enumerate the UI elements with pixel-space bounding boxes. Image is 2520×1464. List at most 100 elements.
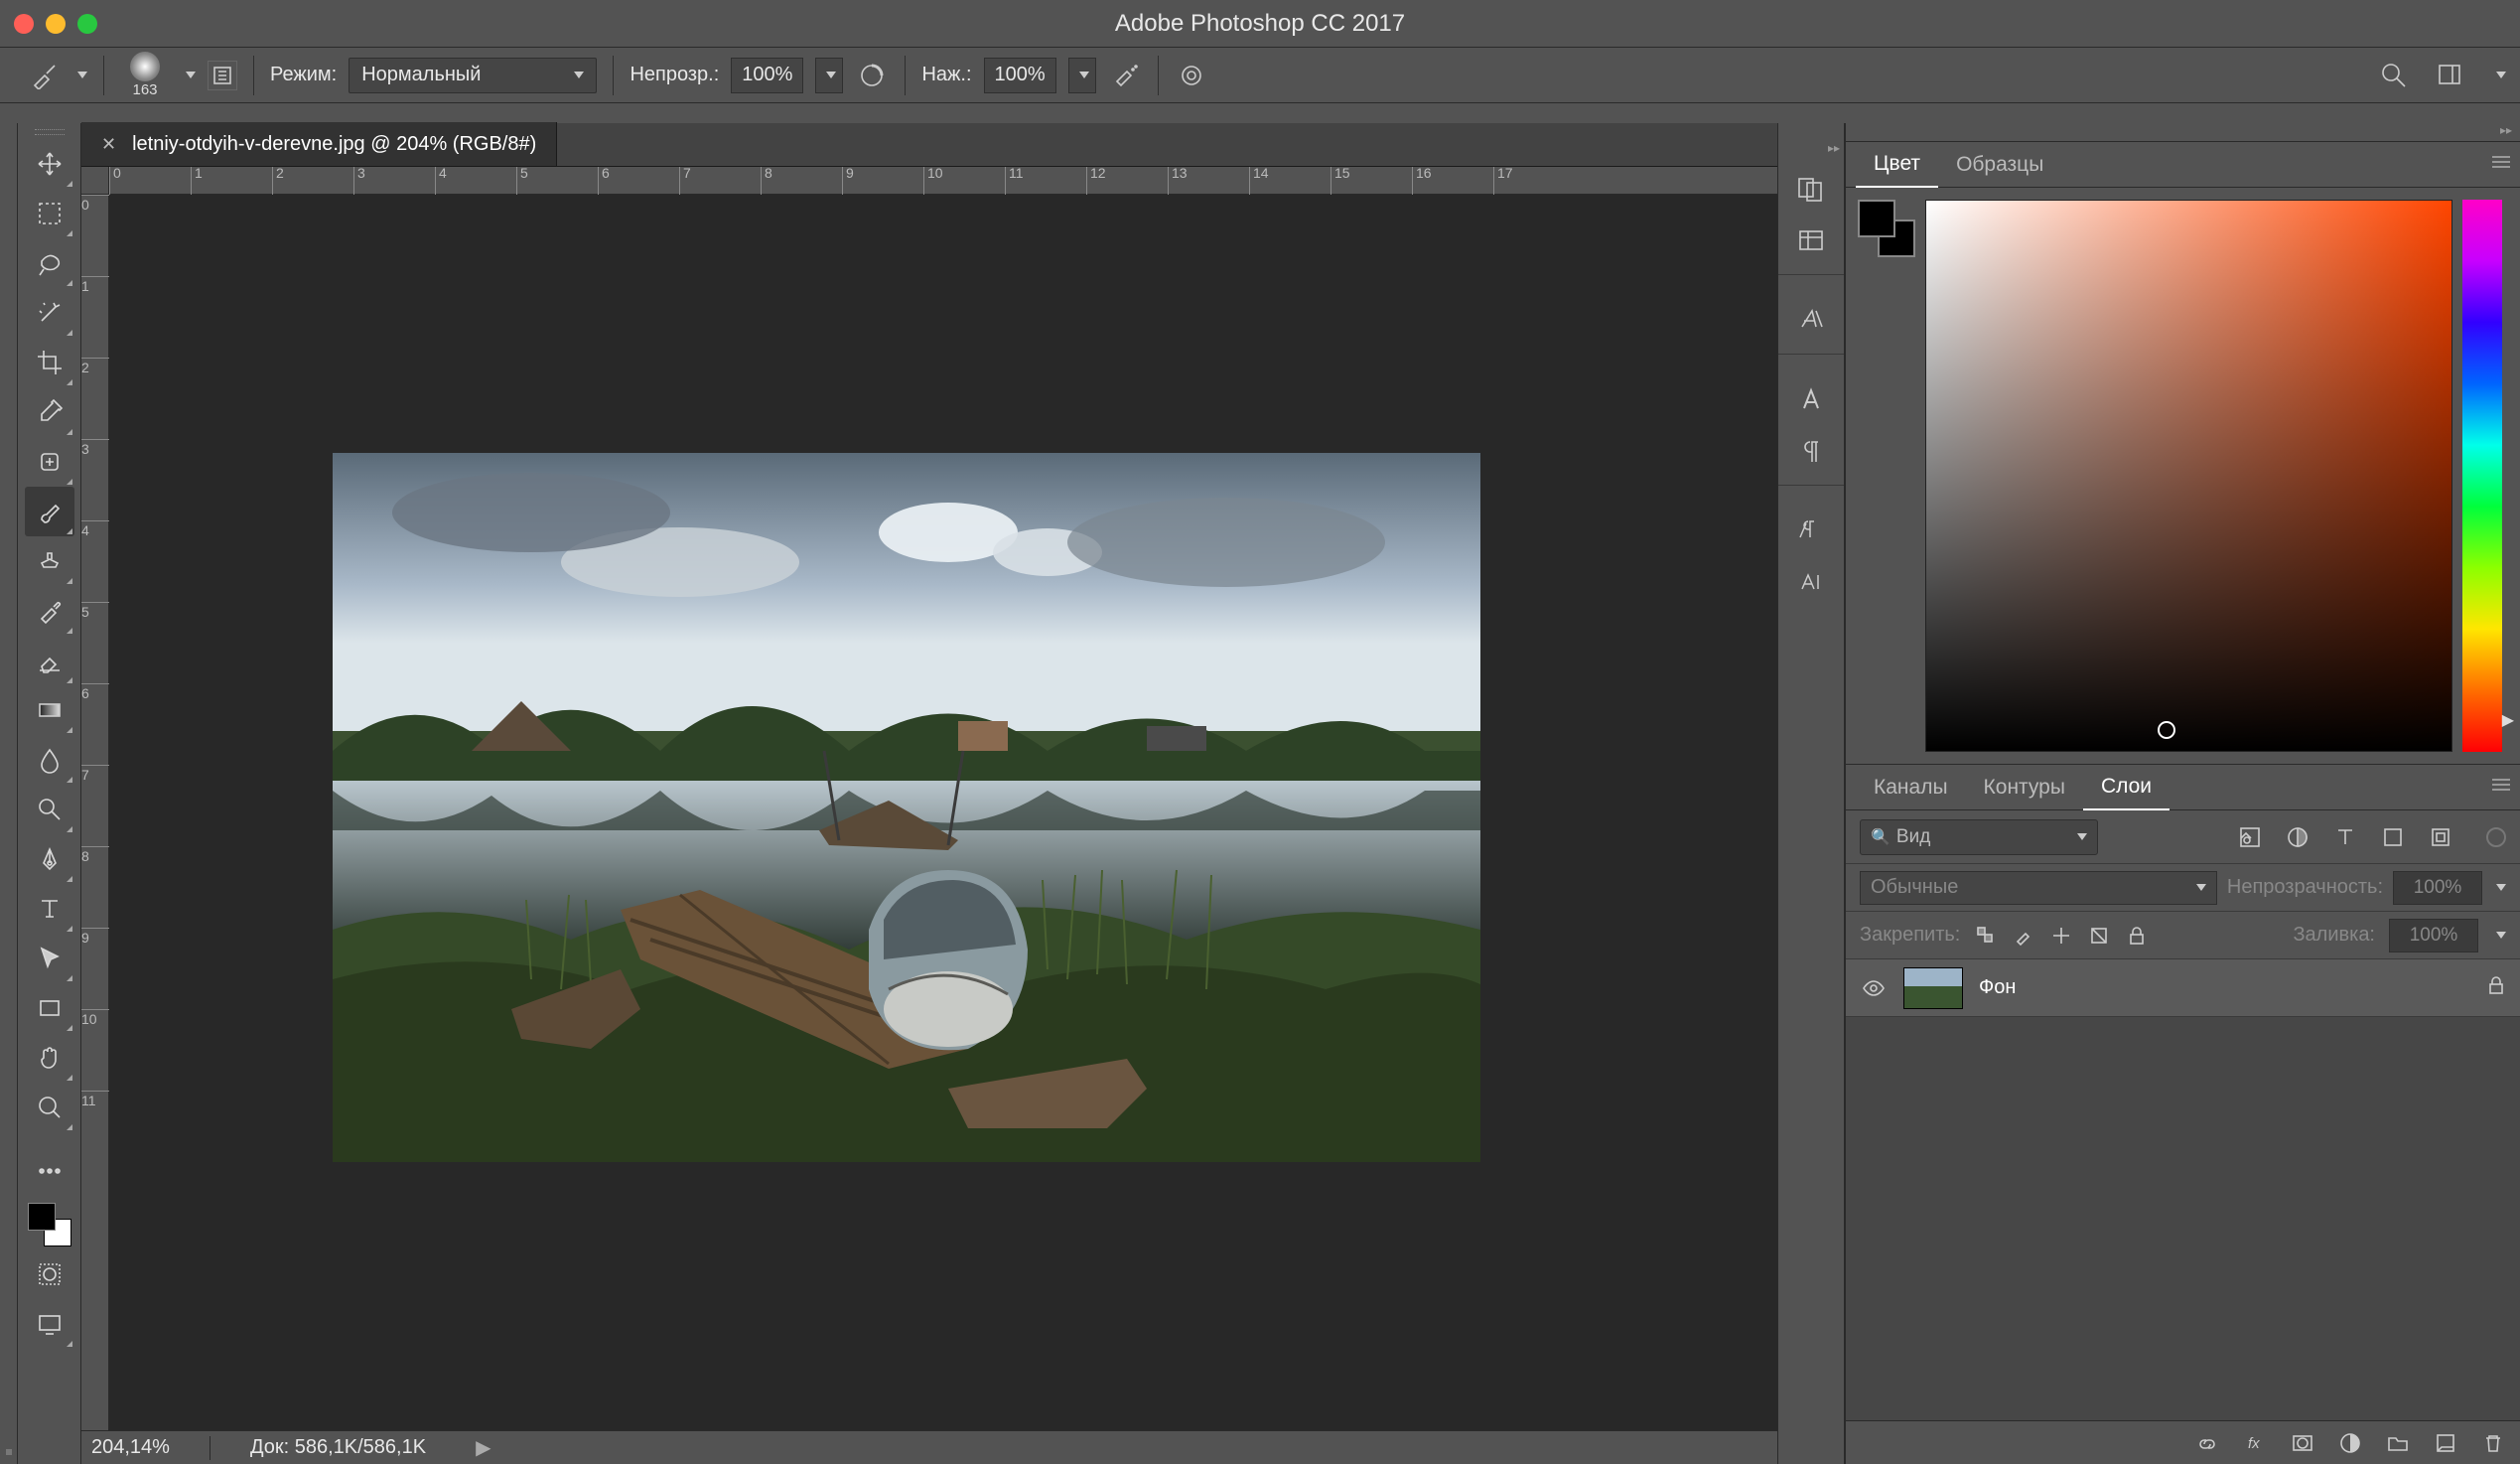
lock-all-icon[interactable] bbox=[2125, 924, 2149, 948]
opacity-input[interactable]: 100% bbox=[731, 58, 803, 93]
layer-mask-icon[interactable] bbox=[2290, 1430, 2315, 1456]
lock-pixels-icon[interactable] bbox=[2012, 924, 2035, 948]
crop-tool[interactable] bbox=[25, 338, 74, 387]
tab-channels[interactable]: Каналы bbox=[1856, 765, 1966, 810]
flow-dropdown[interactable] bbox=[1068, 58, 1096, 93]
filter-shape-icon[interactable] bbox=[2379, 823, 2407, 851]
pressure-opacity-icon[interactable] bbox=[855, 59, 889, 92]
edit-toolbar-button[interactable] bbox=[25, 1146, 74, 1196]
panel-menu-icon[interactable] bbox=[2492, 156, 2510, 168]
layer-kind-filter[interactable]: 🔍 Вид bbox=[1860, 819, 2098, 855]
search-icon[interactable] bbox=[2377, 59, 2411, 92]
zoom-tool[interactable] bbox=[25, 1083, 74, 1132]
expand-dock-icon[interactable]: ▸▸ bbox=[1828, 141, 1840, 155]
visibility-toggle-icon[interactable] bbox=[1860, 976, 1888, 1000]
libraries-panel-icon[interactable] bbox=[1787, 217, 1835, 264]
layer-blend-mode-select[interactable]: Обычные bbox=[1860, 871, 2217, 905]
tab-paths[interactable]: Контуры bbox=[1966, 765, 2083, 810]
eyedropper-tool[interactable] bbox=[25, 387, 74, 437]
delete-layer-icon[interactable] bbox=[2480, 1430, 2506, 1456]
close-tab-icon[interactable]: ✕ bbox=[101, 134, 116, 155]
hue-slider[interactable]: ▶ bbox=[2462, 200, 2502, 752]
panel-grip[interactable] bbox=[35, 129, 65, 135]
workspace-switcher[interactable] bbox=[2435, 59, 2468, 92]
lasso-tool[interactable] bbox=[25, 238, 74, 288]
foreground-color-swatch[interactable] bbox=[28, 1203, 56, 1231]
flow-input[interactable]: 100% bbox=[984, 58, 1056, 93]
document-tab[interactable]: ✕ letniy-otdyih-v-derevne.jpg @ 204% (RG… bbox=[81, 122, 557, 166]
chevron-down-icon[interactable] bbox=[186, 72, 196, 78]
layer-item[interactable]: Фон bbox=[1846, 959, 2520, 1017]
maximize-window-button[interactable] bbox=[77, 14, 97, 34]
link-layers-icon[interactable] bbox=[2194, 1430, 2220, 1456]
path-selection-tool[interactable] bbox=[25, 934, 74, 983]
new-group-icon[interactable] bbox=[2385, 1430, 2411, 1456]
filter-smartobject-icon[interactable] bbox=[2427, 823, 2454, 851]
color-swatches[interactable] bbox=[25, 1200, 74, 1249]
collapse-panels-icon[interactable]: ▸▸ bbox=[2500, 123, 2512, 141]
history-brush-tool[interactable] bbox=[25, 586, 74, 636]
brush-panel-toggle[interactable] bbox=[208, 61, 237, 90]
canvas[interactable] bbox=[109, 195, 1777, 1430]
layer-fill-input[interactable]: 100% bbox=[2389, 919, 2478, 952]
close-window-button[interactable] bbox=[14, 14, 34, 34]
quickmask-button[interactable] bbox=[25, 1249, 74, 1299]
lock-position-icon[interactable] bbox=[2049, 924, 2073, 948]
vertical-ruler[interactable]: 01234567891011 bbox=[81, 195, 109, 1430]
healing-brush-tool[interactable] bbox=[25, 437, 74, 487]
move-tool[interactable] bbox=[25, 139, 74, 189]
panel-menu-icon[interactable] bbox=[2492, 779, 2510, 791]
layer-list[interactable]: Фон bbox=[1846, 959, 2520, 1420]
magic-wand-tool[interactable] bbox=[25, 288, 74, 338]
lock-transparency-icon[interactable] bbox=[1974, 924, 1998, 948]
tab-layers[interactable]: Слои bbox=[2083, 765, 2170, 810]
lock-icon[interactable] bbox=[2486, 975, 2506, 1000]
filter-adjustment-icon[interactable] bbox=[2284, 823, 2311, 851]
eraser-tool[interactable] bbox=[25, 636, 74, 685]
blend-mode-select[interactable]: Нормальный bbox=[349, 58, 597, 93]
clone-stamp-tool[interactable] bbox=[25, 536, 74, 586]
layer-name[interactable]: Фон bbox=[1979, 976, 2016, 999]
tab-color[interactable]: Цвет bbox=[1856, 142, 1938, 188]
opacity-dropdown[interactable] bbox=[815, 58, 843, 93]
chevron-down-icon[interactable] bbox=[2496, 72, 2506, 78]
filter-pixel-icon[interactable] bbox=[2236, 823, 2264, 851]
zoom-level[interactable]: 204,14% bbox=[91, 1436, 170, 1459]
filter-toggle[interactable] bbox=[2486, 827, 2506, 847]
pressure-size-icon[interactable] bbox=[1175, 59, 1208, 92]
layer-thumbnail[interactable] bbox=[1903, 967, 1963, 1009]
layer-style-icon[interactable]: fx bbox=[2242, 1430, 2268, 1456]
filter-type-icon[interactable] bbox=[2331, 823, 2359, 851]
brush-preview[interactable]: 163 bbox=[120, 51, 170, 100]
color-field[interactable] bbox=[1925, 200, 2452, 752]
airbrush-icon[interactable] bbox=[1108, 59, 1142, 92]
rectangle-tool[interactable] bbox=[25, 983, 74, 1033]
minimize-window-button[interactable] bbox=[46, 14, 66, 34]
color-panel-swatches[interactable] bbox=[1858, 200, 1915, 257]
brush-tool[interactable] bbox=[25, 487, 74, 536]
tab-swatches[interactable]: Образцы bbox=[1938, 142, 2061, 188]
layer-opacity-input[interactable]: 100% bbox=[2393, 871, 2482, 905]
dodge-tool[interactable] bbox=[25, 785, 74, 834]
character-panel-icon[interactable] bbox=[1787, 375, 1835, 423]
hand-tool[interactable] bbox=[25, 1033, 74, 1083]
pen-tool[interactable] bbox=[25, 834, 74, 884]
new-layer-icon[interactable] bbox=[2433, 1430, 2458, 1456]
glyphs-panel-icon[interactable] bbox=[1787, 296, 1835, 344]
adjustment-layer-icon[interactable] bbox=[2337, 1430, 2363, 1456]
history-panel-icon[interactable] bbox=[1787, 165, 1835, 213]
paragraph-panel-icon[interactable] bbox=[1787, 427, 1835, 475]
left-dock-strip[interactable] bbox=[0, 123, 18, 1464]
chevron-down-icon[interactable] bbox=[77, 72, 87, 78]
gradient-tool[interactable] bbox=[25, 685, 74, 735]
lock-artboard-icon[interactable] bbox=[2087, 924, 2111, 948]
type-tool[interactable] bbox=[25, 884, 74, 934]
horizontal-ruler[interactable]: 01234567891011121314151617 bbox=[109, 167, 1777, 195]
marquee-tool[interactable] bbox=[25, 189, 74, 238]
blur-tool[interactable] bbox=[25, 735, 74, 785]
paragraph-styles-panel-icon[interactable] bbox=[1787, 558, 1835, 606]
screen-mode-button[interactable] bbox=[25, 1299, 74, 1349]
tool-preset-picker[interactable] bbox=[28, 59, 62, 92]
status-disclosure-icon[interactable]: ▶ bbox=[476, 1435, 490, 1460]
character-styles-panel-icon[interactable] bbox=[1787, 507, 1835, 554]
